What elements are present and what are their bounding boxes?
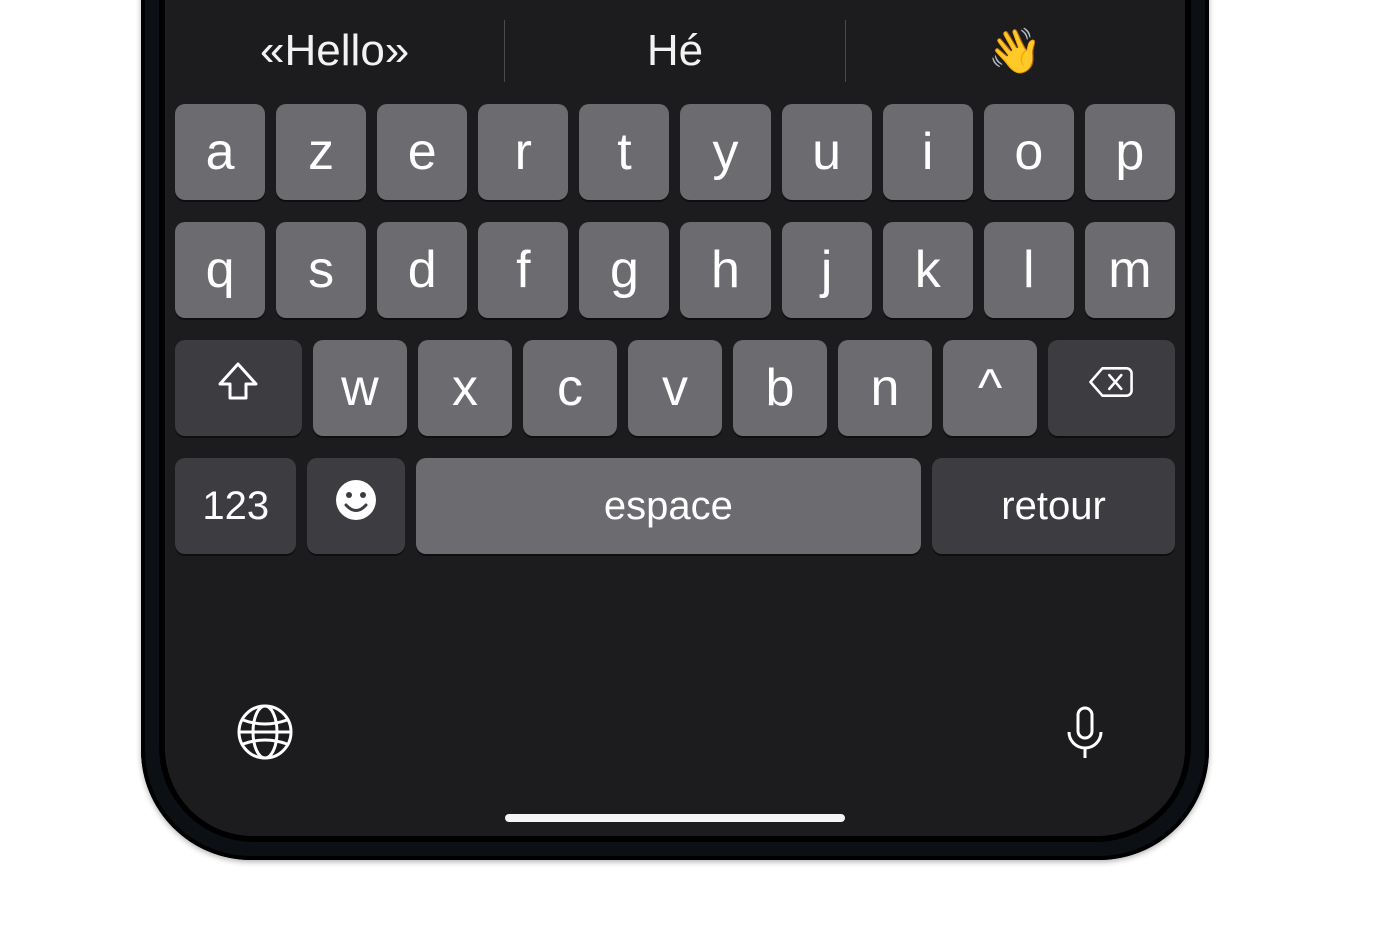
key-a[interactable]: a [175, 104, 265, 200]
phone-frame: «Hello» Hé 👋 a z e r t y u i o p [141, 0, 1209, 860]
dictation-button[interactable] [1055, 702, 1115, 767]
key-row-3: w x c v b n ^ [175, 340, 1175, 436]
backspace-icon [1087, 358, 1135, 419]
key-w[interactable]: w [313, 340, 407, 436]
key-j[interactable]: j [782, 222, 872, 318]
key-d[interactable]: d [377, 222, 467, 318]
key-c[interactable]: c [523, 340, 617, 436]
key-i[interactable]: i [883, 104, 973, 200]
suggestion-right[interactable]: 👋 [846, 14, 1185, 88]
key-y[interactable]: y [680, 104, 770, 200]
key-row-2: q s d f g h j k l m [175, 222, 1175, 318]
key-q[interactable]: q [175, 222, 265, 318]
key-accent[interactable]: ^ [943, 340, 1037, 436]
key-o[interactable]: o [984, 104, 1074, 200]
numbers-key[interactable]: 123 [175, 458, 296, 554]
keyboard: a z e r t y u i o p q s d f g h [165, 94, 1185, 836]
suggestion-bar: «Hello» Hé 👋 [165, 14, 1185, 88]
key-z[interactable]: z [276, 104, 366, 200]
key-e[interactable]: e [377, 104, 467, 200]
key-k[interactable]: k [883, 222, 973, 318]
shift-key[interactable] [175, 340, 302, 436]
space-key[interactable]: espace [416, 458, 921, 554]
key-s[interactable]: s [276, 222, 366, 318]
globe-button[interactable] [235, 702, 295, 767]
key-f[interactable]: f [478, 222, 568, 318]
emoji-key[interactable] [307, 458, 404, 554]
key-m[interactable]: m [1085, 222, 1175, 318]
phone-screen: «Hello» Hé 👋 a z e r t y u i o p [165, 0, 1185, 836]
key-row-4: 123 espace retour [175, 458, 1175, 554]
emoji-icon [332, 476, 380, 537]
key-p[interactable]: p [1085, 104, 1175, 200]
key-row-1: a z e r t y u i o p [175, 104, 1175, 200]
key-l[interactable]: l [984, 222, 1074, 318]
key-h[interactable]: h [680, 222, 770, 318]
suggestion-center[interactable]: Hé [505, 14, 844, 88]
key-n[interactable]: n [838, 340, 932, 436]
microphone-icon [1055, 749, 1115, 766]
key-r[interactable]: r [478, 104, 568, 200]
suggestion-left[interactable]: «Hello» [165, 14, 504, 88]
home-indicator[interactable] [505, 814, 845, 822]
system-bar [165, 666, 1185, 836]
key-b[interactable]: b [733, 340, 827, 436]
key-u[interactable]: u [782, 104, 872, 200]
key-v[interactable]: v [628, 340, 722, 436]
key-t[interactable]: t [579, 104, 669, 200]
backspace-key[interactable] [1048, 340, 1175, 436]
key-x[interactable]: x [418, 340, 512, 436]
shift-icon [214, 358, 262, 419]
globe-icon [235, 749, 295, 766]
canvas: «Hello» Hé 👋 a z e r t y u i o p [0, 0, 1400, 932]
key-g[interactable]: g [579, 222, 669, 318]
return-key[interactable]: retour [932, 458, 1175, 554]
